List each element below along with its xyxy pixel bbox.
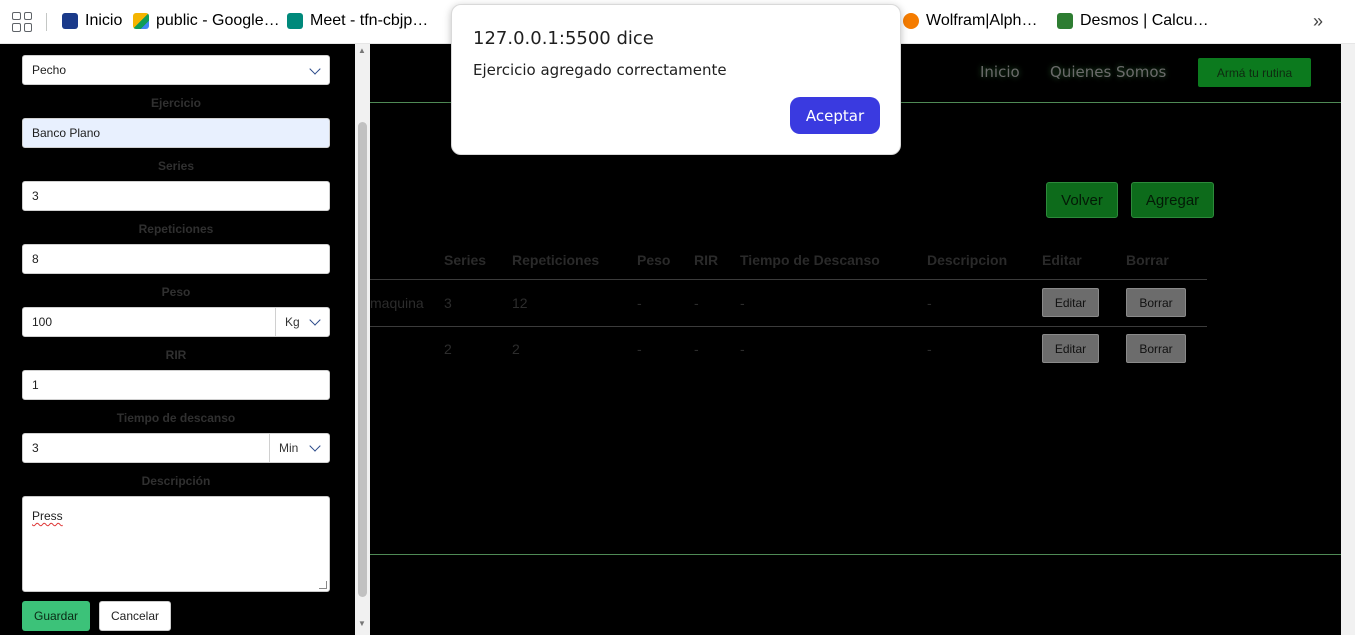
dialog-message: Ejercicio agregado correctamente: [473, 61, 727, 79]
descripcion-textarea[interactable]: Press: [22, 496, 330, 592]
bookmark-desmos[interactable]: Desmos | Calcu…: [1057, 12, 1209, 30]
descanso-label: Tiempo de descanso: [116, 411, 236, 425]
descanso-unit-value: Min: [279, 441, 299, 455]
series-value: 3: [32, 189, 39, 203]
col-header-repeticiones: Repeticiones: [512, 252, 600, 268]
descripcion-label: Descripción: [141, 474, 211, 488]
aceptar-button[interactable]: Aceptar: [790, 97, 880, 134]
wolfram-icon: [903, 13, 919, 29]
guardar-button[interactable]: Guardar: [22, 601, 90, 631]
bookmark-google-drive[interactable]: public - Google…: [133, 12, 280, 30]
borrar-button[interactable]: Borrar: [1126, 334, 1186, 363]
more-bookmarks-icon[interactable]: »: [1313, 11, 1323, 32]
table-cell-descripcion: -: [927, 341, 932, 357]
table-cell-ejercicio: maquina: [370, 295, 424, 311]
resize-handle-icon[interactable]: [319, 581, 327, 589]
col-header-tiempo-descanso: Tiempo de Descanso: [740, 252, 880, 268]
arma-tu-rutina-button[interactable]: Armá tu rutina: [1198, 58, 1311, 87]
repeticiones-value: 8: [32, 252, 39, 266]
bookmark-label: Desmos | Calcu…: [1080, 12, 1209, 29]
meet-icon: [287, 13, 303, 29]
ejercicio-value: Banco Plano: [32, 126, 101, 140]
exercise-form-panel: Pecho Ejercicio Banco Plano Series 3 Rep…: [0, 44, 370, 635]
bookmark-wolfram[interactable]: Wolfram|Alph…: [903, 12, 1037, 30]
table-divider: [370, 279, 1207, 280]
col-header-editar: Editar: [1042, 252, 1082, 268]
volver-button[interactable]: Volver: [1046, 182, 1118, 218]
nav-link-quienes-somos[interactable]: Quienes Somos: [1050, 63, 1166, 81]
muscle-select-value: Pecho: [32, 63, 67, 77]
apps-grid-icon[interactable]: [12, 11, 32, 32]
table-cell-series: 2: [444, 341, 452, 357]
descripcion-value: Press: [32, 509, 63, 523]
scrollbar-thumb[interactable]: [358, 122, 367, 597]
panel-scrollbar[interactable]: ▲ ▼: [355, 44, 370, 635]
page-scrollbar[interactable]: [1341, 44, 1355, 635]
table-cell-rir: -: [694, 295, 699, 311]
rir-input[interactable]: 1: [22, 370, 330, 400]
repeticiones-label: Repeticiones: [138, 222, 214, 236]
chevron-down-icon: [309, 440, 321, 452]
table-cell-rir: -: [694, 341, 699, 357]
rir-label: RIR: [165, 348, 187, 362]
table-cell-descripcion: -: [927, 295, 932, 311]
alert-dialog: 127.0.0.1:5500 dice Ejercicio agregado c…: [451, 4, 901, 155]
peso-value: 100: [32, 315, 53, 329]
table-cell-descanso: -: [740, 295, 745, 311]
drive-icon: [133, 13, 149, 29]
peso-label: Peso: [161, 285, 191, 299]
col-header-rir: RIR: [694, 252, 719, 268]
peso-input[interactable]: 100 Kg: [22, 307, 330, 337]
peso-unit-value: Kg: [285, 315, 300, 329]
descanso-unit-select[interactable]: Min: [269, 434, 329, 462]
bookmark-label: public - Google…: [156, 12, 280, 29]
bookmark-meet[interactable]: Meet - tfn-cbjp…: [287, 12, 428, 30]
col-header-peso: Peso: [637, 252, 671, 268]
cancelar-button[interactable]: Cancelar: [99, 601, 171, 631]
chevron-down-icon: [309, 63, 321, 75]
dialog-title: 127.0.0.1:5500 dice: [473, 28, 654, 49]
peso-unit-select[interactable]: Kg: [275, 308, 329, 336]
table-cell-reps: 2: [512, 341, 520, 357]
rir-value: 1: [32, 378, 39, 392]
col-header-descripcion: Descripcion: [927, 252, 1008, 268]
table-cell-series: 3: [444, 295, 452, 311]
repeticiones-input[interactable]: 8: [22, 244, 330, 274]
bookmark-label: Wolfram|Alph…: [926, 12, 1038, 29]
agregar-button[interactable]: Agregar: [1131, 182, 1214, 218]
scroll-up-icon[interactable]: ▲: [358, 46, 366, 55]
table-cell-descanso: -: [740, 341, 745, 357]
col-header-borrar: Borrar: [1126, 252, 1169, 268]
editar-button[interactable]: Editar: [1042, 288, 1099, 317]
bookmark-inicio[interactable]: Inicio: [62, 12, 122, 30]
descanso-value: 3: [32, 441, 39, 455]
table-cell-peso: -: [637, 295, 642, 311]
scroll-down-icon[interactable]: ▼: [358, 619, 366, 628]
muscle-select[interactable]: Pecho: [22, 55, 330, 85]
bookmarks-separator: [46, 12, 47, 31]
ejercicio-label: Ejercicio: [150, 96, 202, 110]
ejercicio-input[interactable]: Banco Plano: [22, 118, 330, 148]
table-cell-reps: 12: [512, 295, 528, 311]
editar-button[interactable]: Editar: [1042, 334, 1099, 363]
bookmark-label: Inicio: [85, 12, 123, 29]
table-cell-peso: -: [637, 341, 642, 357]
descanso-input[interactable]: 3 Min: [22, 433, 330, 463]
chevron-down-icon: [309, 314, 321, 326]
site-icon: [62, 13, 78, 29]
table-divider: [370, 326, 1207, 327]
nav-link-inicio[interactable]: Inicio: [980, 63, 1020, 81]
borrar-button[interactable]: Borrar: [1126, 288, 1186, 317]
bookmark-label: Meet - tfn-cbjp…: [310, 12, 429, 29]
series-input[interactable]: 3: [22, 181, 330, 211]
series-label: Series: [157, 159, 195, 173]
desmos-icon: [1057, 13, 1073, 29]
footer-divider: [370, 554, 1341, 555]
col-header-series: Series: [444, 252, 487, 268]
